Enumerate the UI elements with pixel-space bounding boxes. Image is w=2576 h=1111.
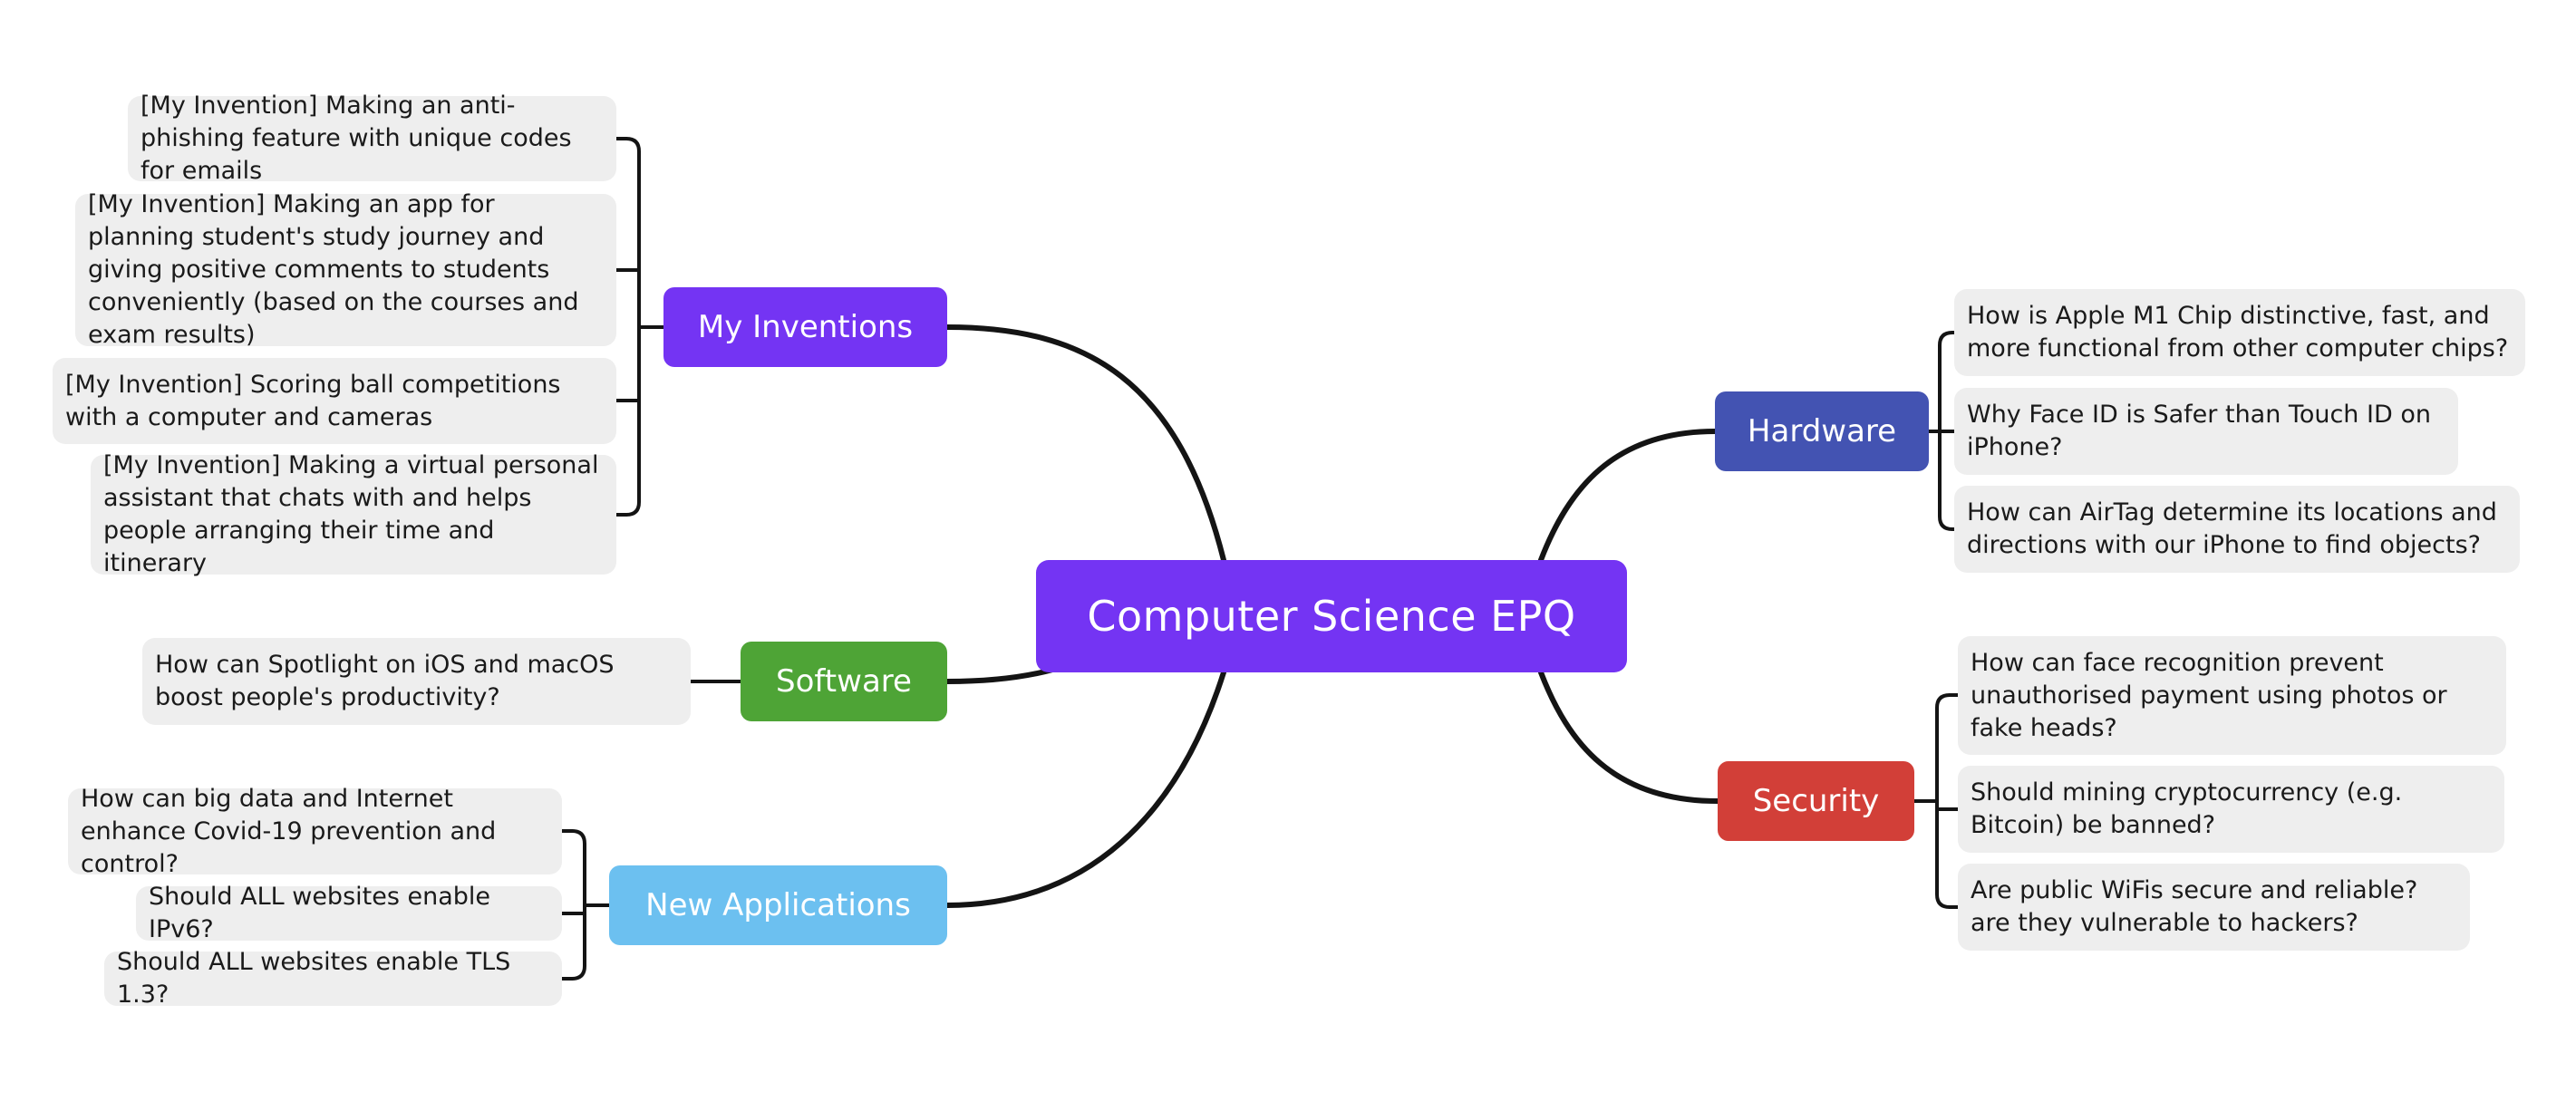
bracket-my-inventions-spine xyxy=(625,137,641,517)
subtopic-label: How can Spotlight on iOS and macOS boost… xyxy=(155,651,615,711)
subtopic-new-applications-1[interactable]: How can big data and Internet enhance Co… xyxy=(68,785,562,878)
subtopic-my-inventions-4[interactable]: [My Invention] Making a virtual personal… xyxy=(91,451,616,577)
subtopic-hardware-1[interactable]: How is Apple M1 Chip distinctive, fast, … xyxy=(1954,289,2525,376)
topic-label: New Applications xyxy=(645,887,911,923)
subtopic-software-1[interactable]: How can Spotlight on iOS and macOS boost… xyxy=(142,638,691,725)
topic-software[interactable]: Software xyxy=(741,642,947,721)
subtopic-label: How is Apple M1 Chip distinctive, fast, … xyxy=(1967,302,2509,362)
subtopic-security-2[interactable]: Should mining cryptocurrency (e.g. Bitco… xyxy=(1958,766,2504,853)
subtopic-my-inventions-3[interactable]: [My Invention] Scoring ball competitions… xyxy=(53,358,616,444)
subtopic-my-inventions-2[interactable]: [My Invention] Making an app for plannin… xyxy=(75,190,616,349)
subtopic-new-applications-3[interactable]: Should ALL websites enable TLS 1.3? xyxy=(104,948,562,1009)
subtopic-label: Should mining cryptocurrency (e.g. Bitco… xyxy=(1971,778,2403,839)
topic-hardware[interactable]: Hardware xyxy=(1715,391,1929,471)
subtopic-label: Why Face ID is Safer than Touch ID on iP… xyxy=(1967,401,2431,461)
connector-central-hardware xyxy=(1538,429,1718,563)
subtopic-label: [My Invention] Making an anti-phishing f… xyxy=(140,92,572,185)
subtopic-hardware-2[interactable]: Why Face ID is Safer than Touch ID on iP… xyxy=(1954,388,2458,475)
connector-central-software xyxy=(944,666,1059,684)
central-topic-label: Computer Science EPQ xyxy=(1087,592,1576,641)
topic-new-applications[interactable]: New Applications xyxy=(609,865,947,945)
topic-label: Security xyxy=(1752,783,1880,819)
subtopic-label: How can big data and Internet enhance Co… xyxy=(81,784,497,878)
mind-map-canvas: Computer Science EPQ My Inventions Softw… xyxy=(0,0,2576,1111)
central-topic[interactable]: Computer Science EPQ xyxy=(1036,560,1627,672)
subtopic-label: Should ALL websites enable TLS 1.3? xyxy=(117,948,511,1009)
bracket-security-spine xyxy=(1935,693,1951,909)
topic-label: Hardware xyxy=(1747,413,1897,449)
topic-label: Software xyxy=(776,663,912,700)
topic-my-inventions[interactable]: My Inventions xyxy=(663,287,947,367)
bracket-new-applications-spine xyxy=(570,829,586,981)
subtopic-label: Should ALL websites enable IPv6? xyxy=(149,883,491,943)
subtopic-label: How can AirTag determine its locations a… xyxy=(1967,498,2497,559)
subtopic-label: [My Invention] Making an app for plannin… xyxy=(88,190,579,349)
connector-central-my-inventions xyxy=(944,324,1226,563)
subtopic-label: How can face recognition prevent unautho… xyxy=(1971,648,2447,742)
subtopic-my-inventions-1[interactable]: [My Invention] Making an anti-phishing f… xyxy=(128,92,616,185)
subtopic-new-applications-2[interactable]: Should ALL websites enable IPv6? xyxy=(136,883,562,943)
subtopic-hardware-3[interactable]: How can AirTag determine its locations a… xyxy=(1954,486,2520,573)
connector-central-security xyxy=(1538,670,1720,804)
connector-central-new-applications xyxy=(944,670,1226,908)
subtopic-label: [My Invention] Making a virtual personal… xyxy=(103,451,599,577)
subtopic-label: [My Invention] Scoring ball competitions… xyxy=(65,370,561,431)
subtopic-label: Are public WiFis secure and reliable? ar… xyxy=(1971,876,2418,937)
subtopic-security-3[interactable]: Are public WiFis secure and reliable? ar… xyxy=(1958,864,2470,951)
topic-label: My Inventions xyxy=(697,309,914,345)
topic-security[interactable]: Security xyxy=(1718,761,1914,841)
subtopic-security-1[interactable]: How can face recognition prevent unautho… xyxy=(1958,636,2506,755)
